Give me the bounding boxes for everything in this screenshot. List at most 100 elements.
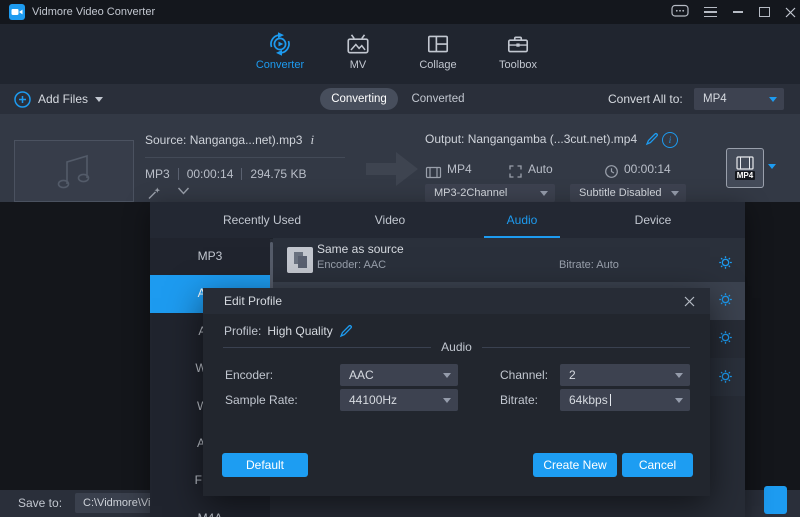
gear-icon[interactable]	[718, 330, 733, 345]
format-film-icon	[425, 165, 442, 180]
tab-toolbox[interactable]: Toolbox	[480, 24, 556, 84]
subtitle-dropdown[interactable]: Subtitle Disabled	[570, 184, 686, 202]
section-title: Audio	[441, 340, 472, 354]
converter-icon	[267, 31, 293, 57]
tab-video[interactable]: Video	[350, 202, 430, 238]
source-file-name: Source: Nanganga...net).mp3	[145, 133, 302, 147]
audio-track-dropdown[interactable]: MP3-2Channel	[425, 184, 555, 202]
separator	[241, 168, 242, 180]
tab-converted[interactable]: Converted	[406, 88, 470, 110]
sample-rate-label: Sample Rate:	[225, 393, 298, 407]
default-button[interactable]: Default	[222, 453, 308, 477]
toolbar: Add Files Converting Converted Convert A…	[0, 84, 800, 114]
info-icon[interactable]: i	[310, 132, 314, 148]
bitrate-label: Bitrate:	[500, 393, 538, 407]
create-new-button[interactable]: Create New	[533, 453, 617, 477]
profile-name-line: Profile: High Quality	[224, 324, 353, 338]
add-files-button[interactable]: Add Files	[14, 84, 103, 114]
cut-chevron-icon[interactable]	[177, 186, 190, 196]
edit-wand-icon[interactable]	[147, 186, 161, 200]
chevron-down-icon	[675, 398, 683, 403]
encoder-dropdown[interactable]: AAC	[340, 364, 458, 386]
divider	[482, 347, 690, 348]
profile-title: Same as source	[317, 242, 404, 256]
tab-converting[interactable]: Converting	[320, 88, 398, 110]
profile-row-same-as-source[interactable]: Same as source Encoder: AAC Bitrate: Aut…	[273, 238, 745, 282]
main-nav: Converter MV Collage Toolbox	[0, 24, 800, 84]
channel-dropdown[interactable]: 2	[560, 364, 690, 386]
sidebar-item-m4a[interactable]: M4A	[150, 500, 270, 517]
tab-collage-label: Collage	[400, 59, 476, 71]
output-file-line: Output: Nangangamba (...3cut.net).mp4	[425, 132, 659, 146]
convert-all-label: Convert All to:	[608, 84, 683, 114]
source-meta: MP3 00:00:14 294.75 KB	[145, 167, 306, 181]
menu-icon[interactable]	[698, 0, 722, 24]
profile-label: Profile:	[224, 324, 261, 338]
close-button[interactable]	[778, 0, 800, 24]
tab-toolbox-label: Toolbox	[480, 59, 556, 71]
add-files-label: Add Files	[38, 92, 88, 106]
output-format-button[interactable]: MP4	[726, 148, 764, 188]
encoder-value: AAC	[349, 364, 374, 386]
tab-audio[interactable]: Audio	[482, 202, 562, 238]
tab-mv[interactable]: MV	[320, 24, 396, 84]
sample-rate-dropdown[interactable]: 44100Hz	[340, 389, 458, 411]
dialog-header: Edit Profile	[203, 288, 710, 314]
convert-all-dropdown[interactable]: MP4	[694, 88, 784, 110]
app-window: Vidmore Video Converter Converter	[0, 0, 800, 517]
divider	[145, 157, 345, 158]
gear-icon[interactable]	[718, 369, 733, 384]
source-file-line: Source: Nanganga...net).mp3 i	[145, 132, 314, 148]
audio-thumbnail	[14, 140, 134, 202]
sidebar-item-mp3[interactable]: MP3	[150, 238, 270, 275]
feedback-icon[interactable]	[668, 0, 692, 24]
save-to-label: Save to:	[18, 490, 62, 517]
divider	[223, 347, 431, 348]
bitrate-combobox[interactable]: 64kbps	[560, 389, 690, 411]
tab-converter-label: Converter	[242, 59, 318, 71]
format-button-label: MP4	[735, 171, 755, 180]
tab-collage[interactable]: Collage	[400, 24, 476, 84]
output-format: MP4	[447, 162, 472, 176]
app-logo-icon	[9, 4, 25, 20]
dialog-title: Edit Profile	[224, 288, 282, 314]
channel-label: Channel:	[500, 368, 548, 382]
encoder-label: Encoder:	[225, 368, 273, 382]
tab-converter[interactable]: Converter	[242, 24, 318, 84]
tab-device[interactable]: Device	[613, 202, 693, 238]
dialog-close-icon[interactable]	[676, 288, 702, 314]
chevron-down-icon	[675, 373, 683, 378]
collage-icon	[425, 31, 451, 57]
maximize-button[interactable]	[752, 0, 776, 24]
output-info-icon[interactable]: i	[662, 132, 678, 148]
music-note-icon	[51, 150, 97, 192]
chevron-down-icon	[95, 97, 103, 102]
profile-encoder: Encoder: AAC	[317, 259, 386, 271]
convert-all-value: MP4	[703, 88, 727, 110]
convert-all-button[interactable]	[764, 486, 787, 514]
bitrate-value: 64kbps	[569, 389, 611, 411]
format-chevron-icon[interactable]	[768, 164, 776, 169]
output-resolution: Auto	[528, 162, 553, 176]
clip-tool-icons	[147, 186, 190, 200]
minimize-button[interactable]	[726, 0, 750, 24]
output-duration: 00:00:14	[624, 162, 671, 176]
gear-icon[interactable]	[718, 292, 733, 307]
source-duration: 00:00:14	[187, 167, 234, 181]
audio-section-header: Audio	[223, 340, 690, 354]
chevron-down-icon	[540, 191, 548, 196]
text-cursor	[610, 394, 611, 406]
cancel-button[interactable]: Cancel	[622, 453, 693, 477]
toolbox-icon	[505, 31, 531, 57]
duration-clock-icon	[604, 164, 619, 179]
rename-pencil-icon[interactable]	[645, 132, 659, 146]
chevron-down-icon	[671, 191, 679, 196]
output-file-name: Output: Nangangamba (...3cut.net).mp4	[425, 132, 637, 146]
tab-recently-used[interactable]: Recently Used	[192, 202, 332, 238]
tab-mv-label: MV	[320, 59, 396, 71]
mv-icon	[345, 31, 371, 57]
rename-pencil-icon[interactable]	[339, 324, 353, 338]
source-size: 294.75 KB	[250, 167, 306, 181]
gear-icon[interactable]	[718, 255, 733, 270]
convert-arrow-icon	[366, 152, 418, 186]
